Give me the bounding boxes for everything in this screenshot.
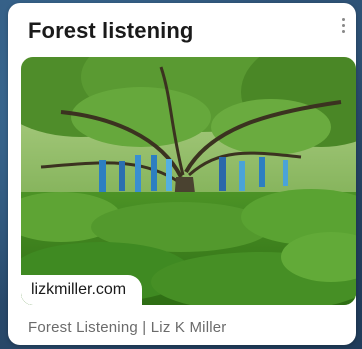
forest-photo bbox=[21, 57, 356, 305]
domain-badge[interactable]: lizkmiller.com bbox=[21, 275, 143, 305]
card-title: Forest listening bbox=[28, 18, 194, 43]
menu-dot bbox=[341, 23, 345, 27]
link-preview-image[interactable]: lizkmiller.com bbox=[21, 57, 356, 305]
menu-dot bbox=[341, 29, 345, 33]
pin-card[interactable]: Forest listening lizkmiller.com Forest L… bbox=[8, 3, 356, 345]
menu-dot bbox=[341, 17, 345, 21]
more-vertical-icon[interactable] bbox=[334, 13, 352, 37]
link-caption[interactable]: Forest Listening | Liz K Miller bbox=[28, 319, 227, 336]
